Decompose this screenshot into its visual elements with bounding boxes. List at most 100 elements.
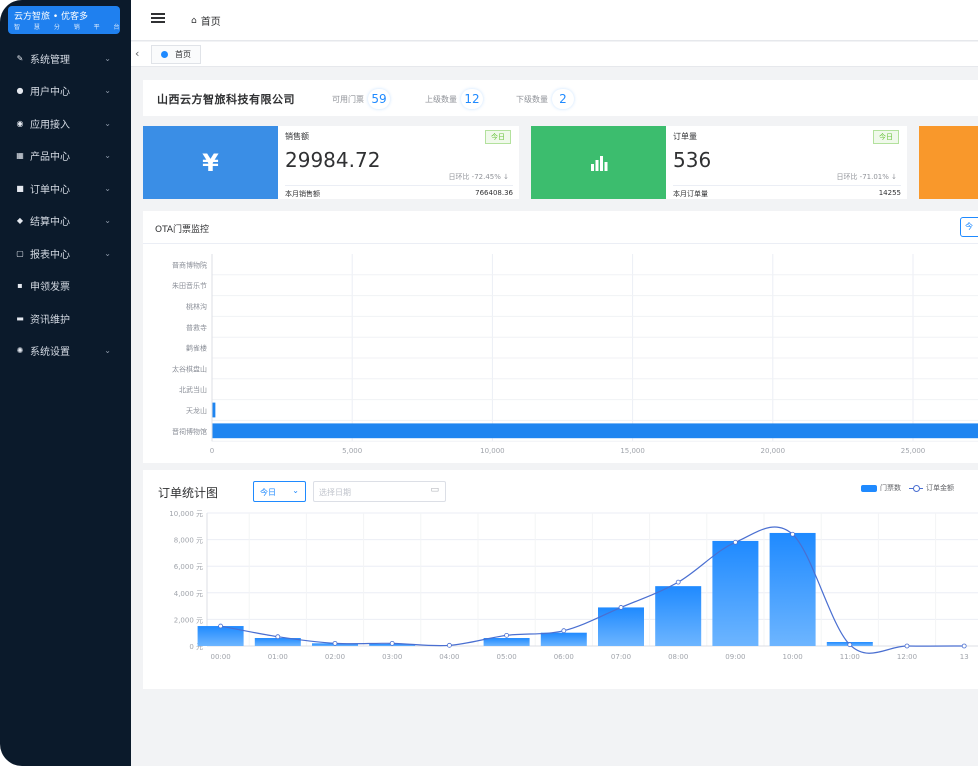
logo[interactable]: 云方智旅 • 优客多 智 慧 分 销 平 台	[8, 6, 120, 34]
x-tick-label: 20,000	[761, 447, 786, 455]
invoice-icon: ▪	[17, 281, 23, 291]
stat-value[interactable]: 2	[552, 89, 574, 109]
footer-value: 14255	[878, 189, 901, 197]
logo-subtitle: 智 慧 分 销 平 台	[14, 24, 126, 31]
x-tick-label: 00:00	[211, 653, 231, 661]
legend-line-label: 订单金额	[926, 484, 954, 492]
amount-point	[389, 640, 395, 646]
x-tick-label: 11:00	[840, 653, 860, 661]
breadcrumb[interactable]: ⌂ 首页	[191, 13, 221, 29]
x-tick-label: 02:00	[325, 653, 345, 661]
calendar-icon: ▭	[430, 485, 439, 495]
tab-scroll-left-icon[interactable]: ‹	[135, 47, 139, 60]
chevron-down-icon: ⌄	[104, 53, 111, 63]
y-category-label: 天龙山	[186, 406, 207, 415]
amount-point	[446, 642, 452, 648]
sidebar-item[interactable]: ■ 订单中心 ⌄	[0, 172, 131, 205]
sidebar-item[interactable]: ✎ 系统管理 ⌄	[0, 42, 131, 75]
ticket-bar	[655, 586, 702, 646]
period-select[interactable]: 今日 ⌄	[253, 481, 306, 502]
date-placeholder: 选择日期	[319, 488, 351, 497]
x-tick-label: 05:00	[497, 653, 517, 661]
grid-icon: ▦	[16, 151, 24, 161]
stat-label: 上级数量	[425, 94, 457, 104]
chevron-down-icon: ⌄	[104, 86, 111, 96]
y-tick-label: 6,000 元	[174, 563, 203, 571]
third-card-icon	[919, 126, 978, 199]
settings-icon: ✺	[16, 346, 24, 356]
sidebar-item-label: 应用接入	[30, 119, 70, 131]
bar-chart-glyph	[590, 155, 607, 171]
stat-label: 可用门票	[332, 94, 364, 104]
stat-children: 下级数量 2	[516, 89, 574, 109]
y-tick-label: 8,000 元	[174, 537, 203, 545]
sales-card: ¥ 销售额 今日 29984.72 日环比 -72.45% ↓ 本月销售额 76…	[143, 126, 519, 199]
x-tick-label: 04:00	[439, 653, 459, 661]
sidebar-item[interactable]: ▪ 申领发票	[0, 270, 131, 303]
y-category-label: 晋商博物院	[172, 260, 207, 269]
legend-line-swatch[interactable]	[909, 484, 923, 492]
tag-icon: ◆	[16, 216, 24, 226]
sidebar-item-label: 用户中心	[30, 87, 70, 99]
date-picker[interactable]: 选择日期 ▭	[313, 481, 446, 502]
y-category-label: 普救寺	[186, 323, 207, 332]
x-tick-label: 12:00	[897, 653, 917, 661]
ticket-bar	[483, 638, 530, 646]
chevron-down-icon: ⌄	[292, 486, 299, 495]
amount-point	[675, 579, 681, 585]
sidebar-item[interactable]: ▬ 资讯维护	[0, 302, 131, 335]
x-tick-label: 5,000	[342, 447, 362, 455]
x-tick-label: 09:00	[725, 653, 745, 661]
third-card	[919, 126, 978, 199]
amount-point	[561, 628, 567, 634]
ota-bar	[212, 423, 978, 439]
y-category-label: 桃林沟	[186, 302, 207, 311]
ota-bar	[212, 402, 216, 418]
amount-point	[618, 605, 624, 610]
x-tick-label: 01:00	[268, 653, 288, 661]
legend-bar-label: 门票数	[880, 484, 901, 492]
amount-point	[847, 642, 853, 648]
card-footer: 本月销售额 766408.36	[285, 185, 513, 199]
x-tick-label: 15,000	[620, 447, 645, 455]
sidebar-item[interactable]: ◆ 结算中心 ⌄	[0, 205, 131, 238]
chevron-down-icon: ⌄	[104, 151, 111, 161]
tab-label: 首页	[175, 50, 191, 59]
ota-today-button[interactable]: 今	[960, 217, 978, 237]
x-tick-label: 03:00	[382, 653, 402, 661]
today-badge: 今日	[873, 130, 899, 144]
amount-point	[904, 643, 910, 649]
tab-home[interactable]: 首页	[151, 45, 201, 64]
amount-point	[218, 623, 223, 629]
y-tick-label: 10,000 元	[169, 510, 203, 518]
sidebar-item-label: 申领发票	[30, 282, 70, 294]
day-ratio: 日环比 -71.01% ↓	[836, 173, 897, 181]
bar-chart-icon	[531, 126, 666, 199]
amount-point	[332, 640, 338, 646]
x-tick-label: 10,000	[480, 447, 505, 455]
chevron-down-icon: ⌄	[104, 183, 111, 193]
stat-parents: 上级数量 12	[425, 89, 483, 109]
stat-value[interactable]: 12	[461, 89, 483, 109]
sidebar-item[interactable]: ▦ 产品中心 ⌄	[0, 140, 131, 173]
x-tick-label: 25,000	[901, 447, 926, 455]
sidebar-item[interactable]: ✺ 系统设置 ⌄	[0, 335, 131, 368]
stat-value[interactable]: 59	[368, 89, 390, 109]
sidebar-item[interactable]: ▢ 报表中心 ⌄	[0, 237, 131, 270]
sidebar-item-label: 结算中心	[30, 217, 70, 229]
chevron-down-icon: ⌄	[104, 346, 111, 356]
chevron-down-icon: ⌄	[104, 216, 111, 226]
chevron-down-icon: ⌄	[104, 248, 111, 258]
sidebar-item[interactable]: ◉ 应用接入 ⌄	[0, 107, 131, 140]
sidebar-item-label: 系统管理	[30, 54, 70, 66]
footer-label: 本月销售额	[285, 190, 320, 198]
today-badge: 今日	[485, 130, 511, 144]
ota-chart: 0 5,000 10,000 15,000 20,000 25,000 晋商博物院朱田音乐节…	[172, 254, 978, 455]
legend-bar-swatch[interactable]	[861, 484, 877, 492]
orders-title: 订单统计图	[158, 486, 219, 500]
menu-toggle-icon[interactable]	[151, 13, 165, 23]
stat-label: 下级数量	[516, 94, 548, 104]
orders-chart: 10,000 元8,000 元6,000 元4,000 元2,000 元0 元0…	[169, 510, 978, 661]
sidebar-item-label: 报表中心	[30, 249, 70, 261]
sidebar-item[interactable]: ● 用户中心 ⌄	[0, 75, 131, 108]
